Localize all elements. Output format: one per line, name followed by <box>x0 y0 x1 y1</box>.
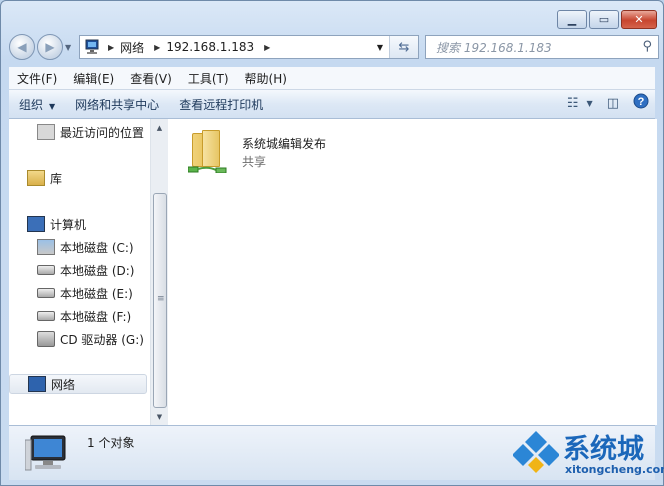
nav-item-label: 计算机 <box>50 217 87 232</box>
cd-drive-icon <box>37 331 55 347</box>
view-controls: ☷ ▼ ◫ ? <box>553 93 649 113</box>
nav-item-label: 本地磁盘 (D:) <box>60 263 135 278</box>
nav-item-label: 本地磁盘 (C:) <box>60 240 134 255</box>
breadcrumb-host[interactable]: 192.168.1.183 <box>166 40 254 54</box>
computer-icon <box>25 435 66 471</box>
minimize-icon: ▁ <box>567 13 577 26</box>
menu-help[interactable]: 帮助(H) <box>237 70 295 87</box>
menu-edit[interactable]: 编辑(E) <box>65 70 122 87</box>
nav-item-label: 本地磁盘 (E:) <box>60 286 133 301</box>
nav-libraries[interactable]: 库 <box>27 168 62 188</box>
search-box[interactable]: 搜索 192.168.1.183 ⚲ <box>425 35 659 59</box>
navigation-pane: 最近访问的位置 库 计算机 本地磁盘 (C:) 本地磁盘 (D:) 本地磁盘 (… <box>9 119 150 425</box>
nav-item-label: 网络 <box>51 377 76 392</box>
recent-places-icon <box>37 124 55 140</box>
share-name[interactable]: 系统城编辑发布 <box>242 135 326 152</box>
scrollbar-thumb[interactable]: ≡ <box>153 193 167 408</box>
navigation-bar: ◀ ▶ ▼ ▶ 网络 ▶ 192.168.1.183 ▶ ▼ ⇆ 搜索 192.… <box>9 33 659 61</box>
watermark: 系统城 xitongcheng.com <box>509 425 664 481</box>
address-history-dropdown[interactable]: ▼ <box>372 36 388 58</box>
nav-network[interactable]: 网络 <box>9 374 147 394</box>
organize-label: 组织 <box>19 97 44 112</box>
watermark-brand: 系统城 <box>563 434 644 465</box>
minimize-button[interactable]: ▁ <box>557 10 587 29</box>
window-controls: ▁ ▭ ✕ <box>555 10 657 29</box>
breadcrumb-separator[interactable]: ▶ <box>264 43 270 52</box>
nav-cd-drive-g[interactable]: CD 驱动器 (G:) <box>37 329 144 349</box>
search-icon[interactable]: ⚲ <box>642 39 652 54</box>
nav-drive-f[interactable]: 本地磁盘 (F:) <box>37 306 131 326</box>
watermark-url: xitongcheng.com <box>565 463 664 476</box>
brand-logo-icon <box>513 431 559 473</box>
address-bar[interactable]: ▶ 网络 ▶ 192.168.1.183 ▶ ▼ ⇆ <box>79 35 419 59</box>
folder-front <box>202 130 220 167</box>
maximize-icon: ▭ <box>598 13 610 26</box>
close-button[interactable]: ✕ <box>621 10 657 29</box>
navigation-pane-scrollbar[interactable]: ▲ ≡ ▼ <box>150 119 168 425</box>
change-view-icon[interactable]: ☷ <box>567 96 579 111</box>
nav-drive-d[interactable]: 本地磁盘 (D:) <box>37 260 134 280</box>
menu-tools[interactable]: 工具(T) <box>180 70 237 87</box>
scroll-down-arrow-icon[interactable]: ▼ <box>151 408 168 425</box>
forward-button[interactable]: ▶ <box>37 34 63 60</box>
drive-icon <box>37 288 55 298</box>
network-icon <box>85 39 99 54</box>
maximize-button[interactable]: ▭ <box>589 10 619 29</box>
help-icon: ? <box>633 93 649 109</box>
menu-view[interactable]: 查看(V) <box>122 70 180 87</box>
grip-icon: ≡ <box>157 294 165 304</box>
back-arrow-icon: ◀ <box>17 40 27 54</box>
library-icon <box>27 170 45 186</box>
nav-drive-e[interactable]: 本地磁盘 (E:) <box>37 283 133 303</box>
system-drive-icon <box>37 239 55 255</box>
forward-arrow-icon: ▶ <box>45 40 55 54</box>
preview-pane-icon[interactable]: ◫ <box>607 96 619 111</box>
close-icon: ✕ <box>634 13 644 26</box>
nav-item-label: 最近访问的位置 <box>60 125 145 140</box>
nav-drive-c[interactable]: 本地磁盘 (C:) <box>37 237 134 257</box>
nav-computer[interactable]: 计算机 <box>27 214 86 234</box>
breadcrumb-separator[interactable]: ▶ <box>154 43 160 52</box>
organize-button[interactable]: 组织 ▼ <box>9 96 65 113</box>
recent-pages-dropdown[interactable]: ▼ <box>65 43 75 52</box>
refresh-icon: ⇆ <box>398 39 410 55</box>
nav-recent-places[interactable]: 最近访问的位置 <box>37 122 144 142</box>
share-type: 共享 <box>242 155 267 169</box>
network-icon <box>28 376 46 392</box>
refresh-button[interactable]: ⇆ <box>389 36 418 58</box>
search-input[interactable]: 搜索 192.168.1.183 <box>436 39 552 56</box>
nav-item-label: CD 驱动器 (G:) <box>60 332 144 347</box>
scroll-up-arrow-icon[interactable]: ▲ <box>151 119 168 136</box>
explorer-window: ▁ ▭ ✕ ◀ ▶ ▼ ▶ 网络 ▶ 192.168.1.183 ▶ ▼ ⇆ 搜… <box>0 0 664 486</box>
shared-folder-icon[interactable] <box>188 127 230 177</box>
file-list: 系统城编辑发布 共享 <box>168 119 657 425</box>
drive-icon <box>37 311 55 321</box>
breadcrumb-separator[interactable]: ▶ <box>108 43 114 52</box>
help-button[interactable]: ? <box>633 93 649 113</box>
nav-item-label: 库 <box>50 171 63 186</box>
network-sharing-center-button[interactable]: 网络和共享中心 <box>65 96 169 113</box>
network-cable-icon <box>188 166 227 173</box>
command-bar: 组织 ▼ 网络和共享中心 查看远程打印机 ☷ ▼ ◫ ? <box>9 90 655 119</box>
computer-icon <box>27 216 45 232</box>
back-button[interactable]: ◀ <box>9 34 35 60</box>
nav-item-label: 本地磁盘 (F:) <box>60 309 132 324</box>
svg-text:?: ? <box>638 96 645 108</box>
breadcrumb-network[interactable]: 网络 <box>120 39 144 56</box>
chevron-down-icon[interactable]: ▼ <box>587 99 593 108</box>
menu-bar: 文件(F) 编辑(E) 查看(V) 工具(T) 帮助(H) <box>9 67 655 90</box>
item-count: 1 个对象 <box>87 436 135 450</box>
view-remote-printers-button[interactable]: 查看远程打印机 <box>169 96 273 113</box>
drive-icon <box>37 265 55 275</box>
menu-file[interactable]: 文件(F) <box>9 70 65 87</box>
chevron-down-icon: ▼ <box>49 101 56 111</box>
